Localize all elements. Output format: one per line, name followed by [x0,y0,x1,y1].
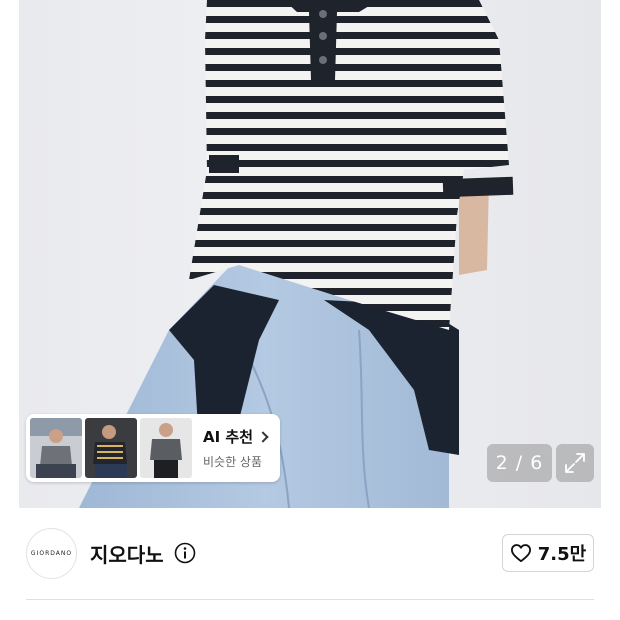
product-page: AI 추천 비슷한 상품 2 / 6 GIORDANO 지오다노 7.5만 [0,0,620,620]
product-gallery[interactable]: AI 추천 비슷한 상품 2 / 6 [0,0,620,508]
brand-logo[interactable]: GIORDANO [26,528,77,579]
expand-button[interactable] [556,444,594,482]
ai-recommend-subtitle: 비슷한 상품 [203,455,263,469]
like-count: 7.5만 [537,544,587,565]
divider [26,599,594,600]
brand-name[interactable]: 지오다노 [90,539,164,568]
ai-recommend-title-label: AI 추천 [203,428,254,446]
heart-icon [510,544,531,563]
expand-icon [565,453,585,473]
brand-logo-text: GIORDANO [30,550,73,557]
like-button[interactable]: 7.5만 [502,534,594,572]
image-counter: 2 / 6 [487,444,552,482]
info-icon[interactable] [174,542,196,564]
ai-recommend-text: AI 추천 비슷한 상품 [203,426,269,470]
chevron-right-icon [257,430,269,443]
thumbnail-1[interactable] [30,418,82,478]
brand-row: GIORDANO 지오다노 7.5만 [0,508,620,600]
ai-recommend-title[interactable]: AI 추천 [203,426,269,447]
thumbnail-3[interactable] [140,418,192,478]
ai-recommend-card[interactable]: AI 추천 비슷한 상품 [26,414,280,482]
thumbnail-2[interactable] [85,418,137,478]
